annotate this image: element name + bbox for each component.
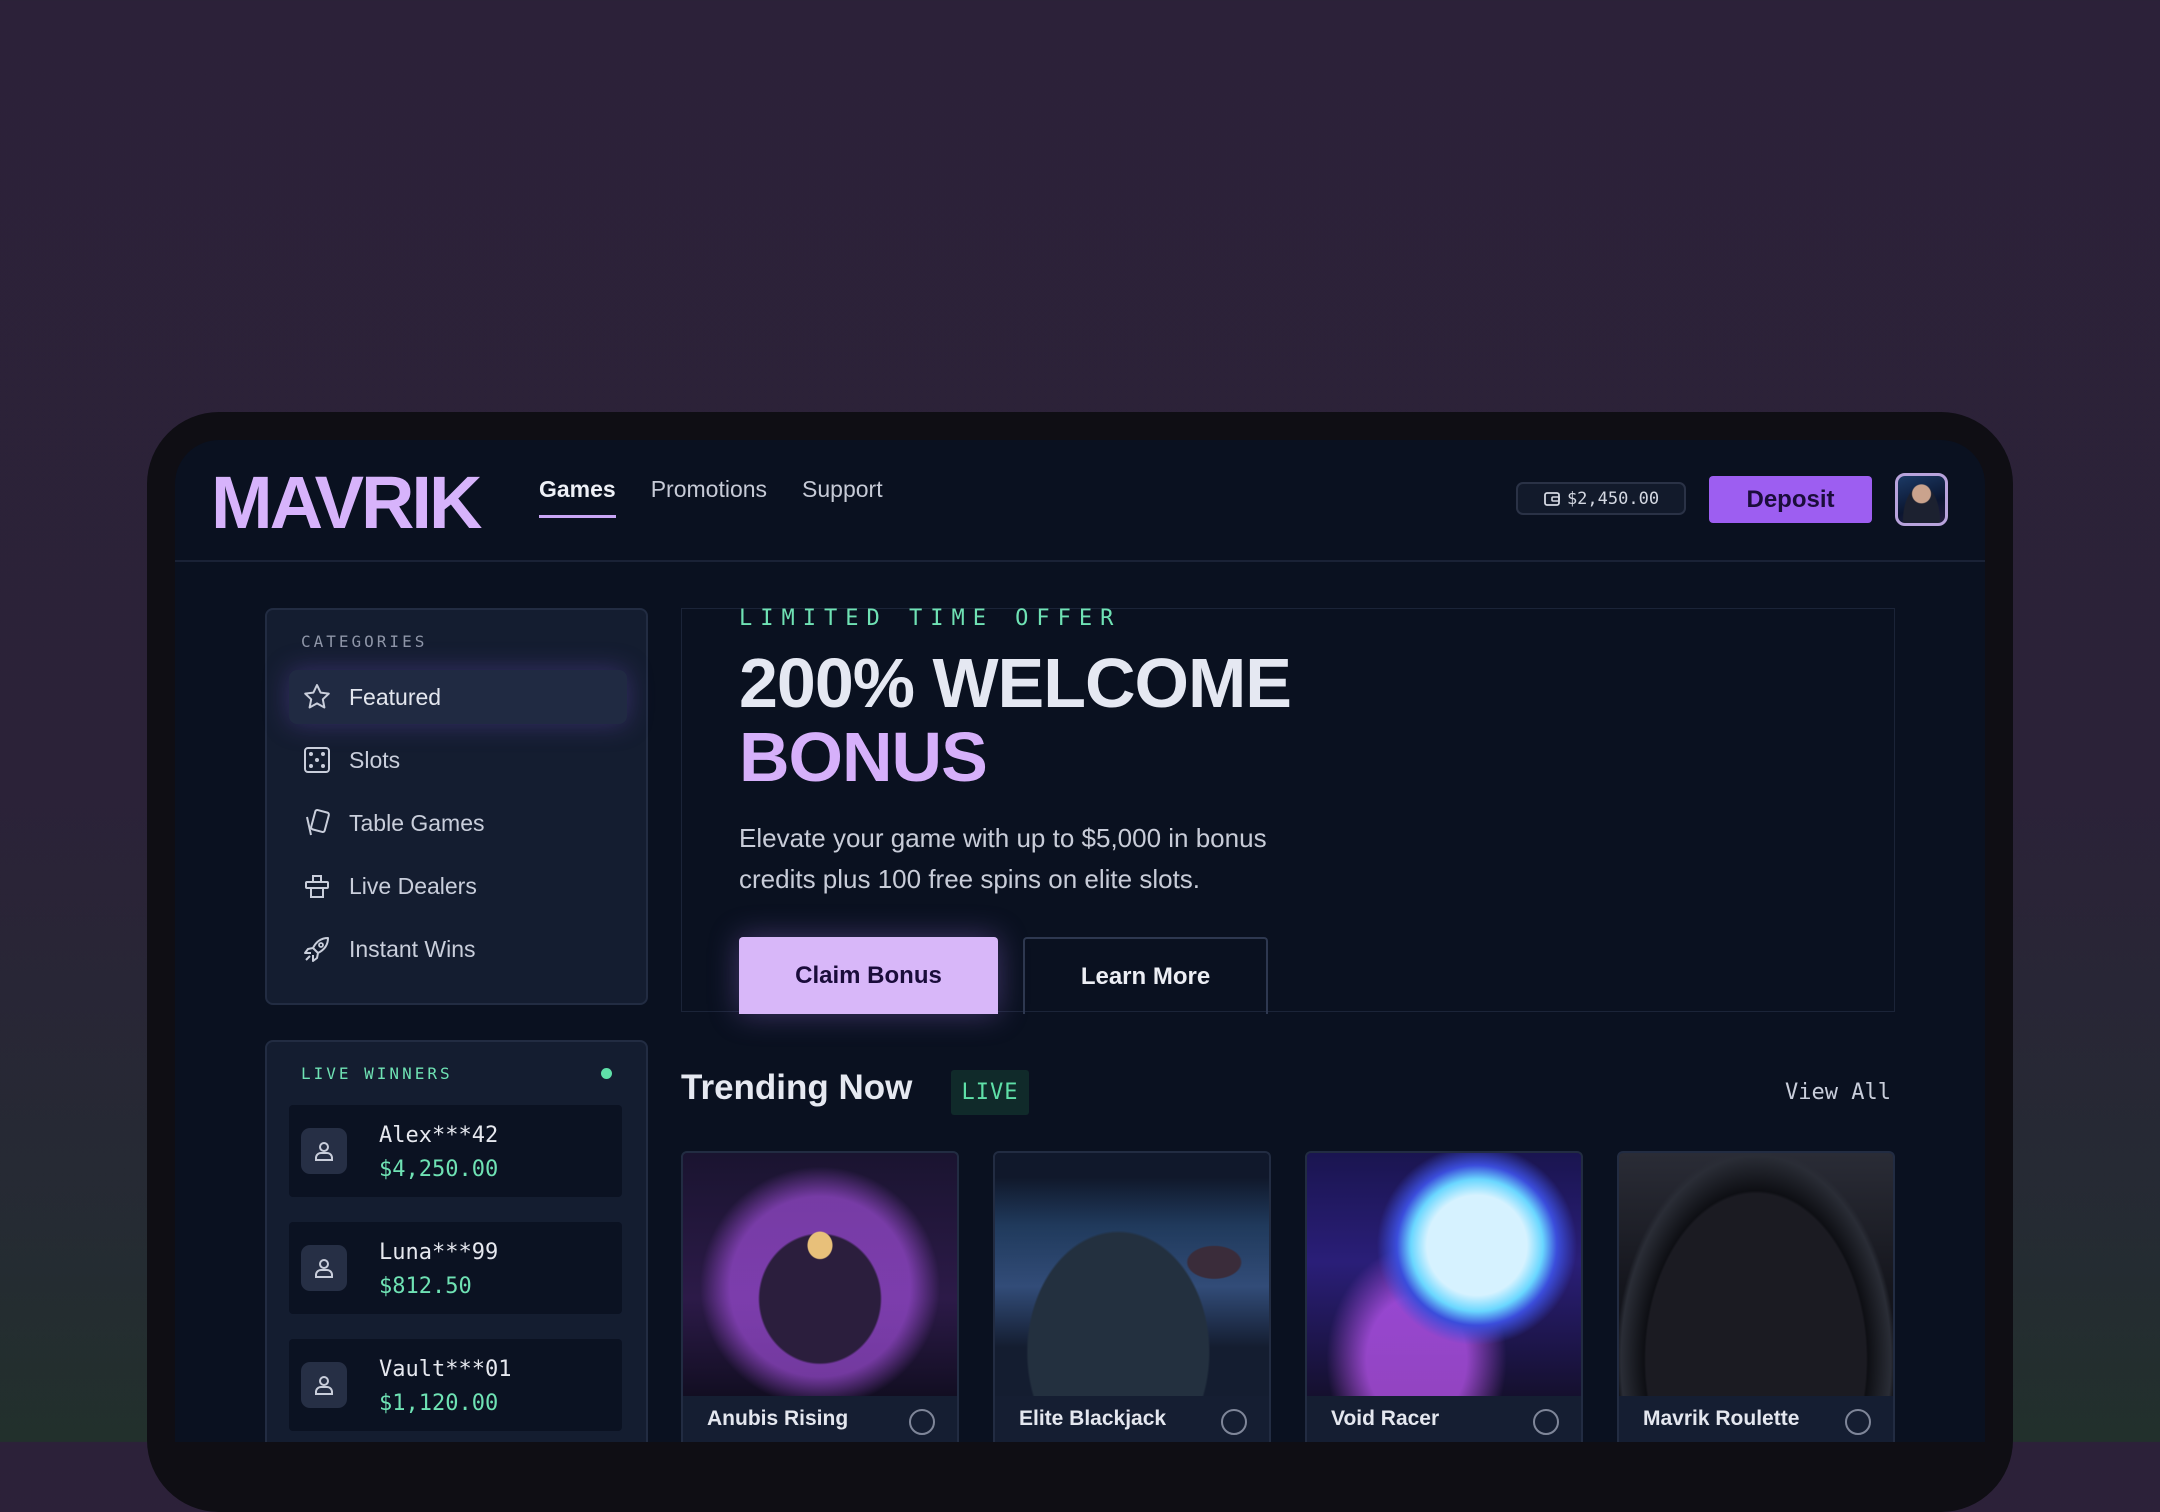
main-nav: Games Promotions Support [539, 476, 883, 518]
dice-icon [304, 747, 330, 773]
cards-icon [306, 808, 330, 836]
headline-line-2: BONUS [739, 718, 988, 796]
hero-headline: 200% WELCOME BONUS [739, 646, 1439, 794]
game-title: Elite Blackjack [1019, 1407, 1167, 1430]
info-icon[interactable] [909, 1409, 935, 1435]
live-winners-panel: LIVE WINNERS Alex***42 $4,250.00 Luna***… [265, 1040, 648, 1442]
game-card-void-racer[interactable]: Void Racer [1305, 1151, 1583, 1442]
wallet-icon [1544, 491, 1560, 506]
game-title: Void Racer [1331, 1407, 1440, 1430]
headline-line-1: 200% WELCOME [739, 644, 1292, 722]
category-featured[interactable]: Featured [289, 670, 627, 724]
categories-panel: CATEGORIES Featured Slots Table Games Li… [265, 608, 648, 1005]
user-icon [301, 1245, 347, 1291]
wallet-balance[interactable]: $2,450.00 [1516, 482, 1686, 515]
game-thumbnail [683, 1153, 957, 1396]
claim-bonus-button[interactable]: Claim Bonus [739, 937, 998, 1014]
game-card-anubis-rising[interactable]: Anubis Rising [681, 1151, 959, 1442]
info-icon[interactable] [1845, 1409, 1871, 1435]
winner-row: Vault***01 $1,120.00 [289, 1339, 622, 1431]
category-instant-wins[interactable]: Instant Wins [289, 922, 627, 976]
game-title: Mavrik Roulette [1643, 1407, 1800, 1430]
winner-name: Vault***01 [379, 1357, 512, 1382]
game-title: Anubis Rising [707, 1407, 849, 1430]
user-avatar[interactable] [1895, 473, 1948, 526]
rocket-icon [304, 937, 329, 962]
view-all-link[interactable]: View All [1785, 1080, 1891, 1105]
winner-name: Luna***99 [379, 1240, 499, 1265]
star-icon [304, 684, 330, 709]
winner-name: Alex***42 [379, 1123, 499, 1148]
category-label: Live Dealers [349, 872, 477, 899]
winner-amount: $4,250.00 [379, 1157, 499, 1182]
info-icon[interactable] [1221, 1409, 1247, 1435]
dealer-icon [305, 875, 329, 898]
category-table-games[interactable]: Table Games [289, 796, 627, 850]
winner-amount: $1,120.00 [379, 1391, 499, 1416]
nav-games[interactable]: Games [539, 476, 616, 518]
game-thumbnail [995, 1153, 1269, 1396]
game-card-mavrik-roulette[interactable]: Mavrik Roulette [1617, 1151, 1895, 1442]
nav-promotions[interactable]: Promotions [651, 476, 767, 518]
winner-row: Luna***99 $812.50 [289, 1222, 622, 1314]
trending-title: Trending Now [681, 1068, 913, 1107]
category-label: Instant Wins [349, 935, 476, 962]
live-badge: LIVE [951, 1070, 1029, 1115]
game-thumbnail [1307, 1153, 1581, 1396]
live-indicator-dot [601, 1068, 612, 1079]
categories-title: CATEGORIES [301, 632, 428, 651]
category-label: Slots [349, 746, 401, 773]
category-label: Table Games [349, 809, 485, 836]
user-icon [301, 1362, 347, 1408]
brand-logo[interactable]: MAVRIK [211, 460, 482, 545]
live-winners-title: LIVE WINNERS [301, 1064, 453, 1083]
top-header: MAVRIK Games Promotions Support $2,450.0… [175, 440, 1985, 562]
winner-amount: $812.50 [379, 1274, 472, 1299]
app-screen: MAVRIK Games Promotions Support $2,450.0… [175, 440, 1985, 1442]
category-label: Featured [349, 683, 442, 710]
winner-row: Alex***42 $4,250.00 [289, 1105, 622, 1197]
hero-eyebrow: LIMITED TIME OFFER [739, 606, 1122, 631]
balance-amount: $2,450.00 [1566, 488, 1660, 509]
category-slots[interactable]: Slots [289, 733, 627, 787]
user-icon [301, 1128, 347, 1174]
nav-support[interactable]: Support [802, 476, 883, 518]
game-thumbnail [1619, 1153, 1893, 1396]
learn-more-button[interactable]: Learn More [1023, 937, 1268, 1014]
game-card-elite-blackjack[interactable]: Elite Blackjack [993, 1151, 1271, 1442]
category-live-dealers[interactable]: Live Dealers [289, 859, 627, 913]
info-icon[interactable] [1533, 1409, 1559, 1435]
hero-subtext: Elevate your game with up to $5,000 in b… [739, 823, 1267, 894]
deposit-button[interactable]: Deposit [1709, 476, 1872, 523]
